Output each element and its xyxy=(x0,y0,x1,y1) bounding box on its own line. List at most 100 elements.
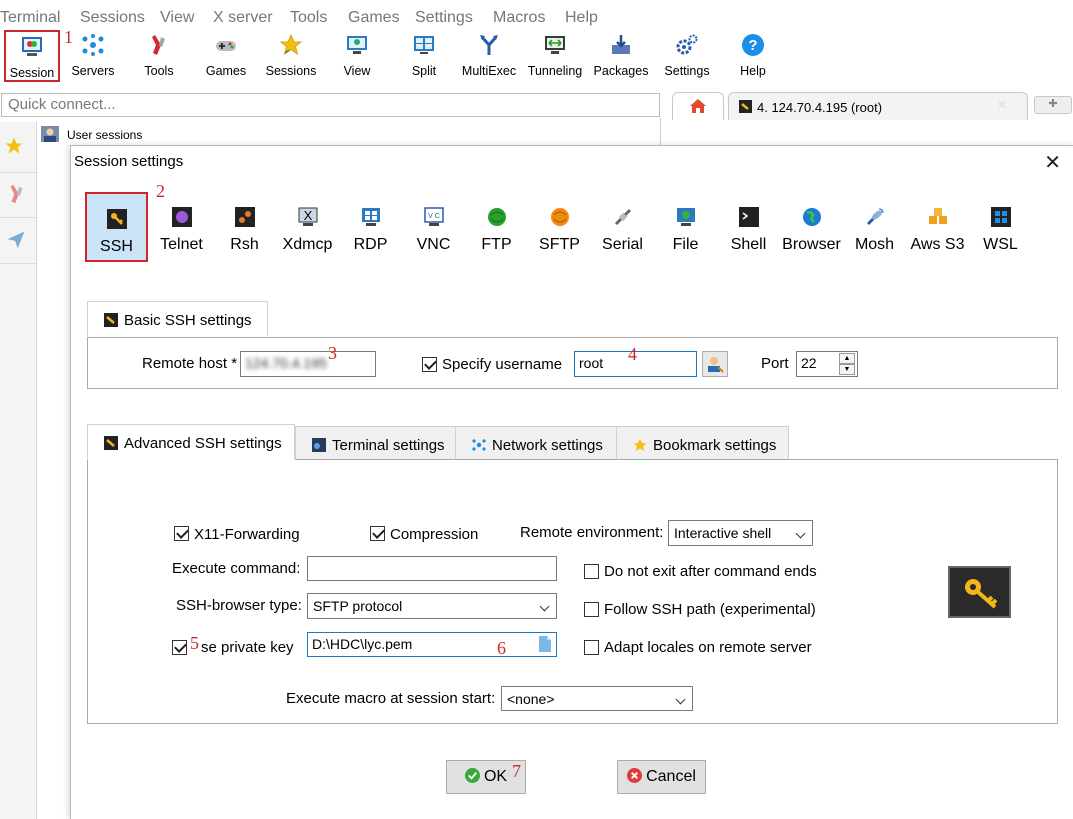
terminal-icon xyxy=(312,438,326,452)
file-browse-icon[interactable] xyxy=(538,635,552,653)
menu-settings[interactable]: Settings xyxy=(415,9,473,27)
sidebar-tools-tab[interactable] xyxy=(0,172,36,218)
annotation-7: 7 xyxy=(512,761,521,781)
session-type-aws-s3[interactable]: Aws S3 xyxy=(906,192,969,262)
menu-games[interactable]: Games xyxy=(348,9,400,27)
ssh-key-icon xyxy=(104,313,118,327)
tools-button[interactable]: Tools xyxy=(127,30,191,82)
tab-label: Terminal settings xyxy=(332,437,445,454)
arrow-up-icon: ▲ xyxy=(843,355,851,362)
session-type-vnc[interactable]: V C VNC xyxy=(402,192,465,262)
user-picker-button[interactable] xyxy=(702,351,728,377)
menu-tools[interactable]: Tools xyxy=(290,9,327,27)
serial-icon xyxy=(614,208,631,226)
star-icon xyxy=(279,33,303,55)
tab-label: Bookmark settings xyxy=(653,437,777,454)
session-type-mosh[interactable]: Mosh xyxy=(843,192,906,262)
session-type-file[interactable]: File xyxy=(654,192,717,262)
multiexec-button[interactable]: MultiExec xyxy=(457,30,521,82)
ssh-key-icon xyxy=(106,209,127,229)
sidebar-macros-tab[interactable] xyxy=(0,218,36,264)
user-icon xyxy=(41,126,59,142)
session-type-ssh[interactable]: SSH xyxy=(85,192,148,262)
session-tab[interactable]: 4. 124.70.4.195 (root) ✕ xyxy=(728,92,1028,120)
star-icon[interactable] xyxy=(4,136,24,156)
key-generator-button[interactable] xyxy=(948,566,1011,618)
session-type-ftp[interactable]: FTP xyxy=(465,192,528,262)
cancel-icon xyxy=(627,768,643,783)
ftp-icon xyxy=(487,208,506,226)
tunneling-icon xyxy=(545,36,565,54)
compression-checkbox[interactable] xyxy=(370,526,385,541)
menu-terminal[interactable]: Terminal xyxy=(0,9,60,27)
tab-terminal-settings[interactable]: Terminal settings xyxy=(295,426,456,460)
session-type-xdmcp[interactable]: X Xdmcp xyxy=(276,192,339,262)
close-icon[interactable]: ✕ xyxy=(1044,150,1061,175)
session-type-browser[interactable]: Browser xyxy=(780,192,843,262)
private-key-value: D:\HDC\lyc.pem xyxy=(312,636,413,652)
session-type-serial[interactable]: Serial xyxy=(591,192,654,262)
menu-view[interactable]: View xyxy=(160,9,194,27)
adapt-locales-checkbox[interactable] xyxy=(584,640,599,655)
annotation-5: 5 xyxy=(190,633,199,653)
ssh-browser-type-select[interactable]: SFTP protocol xyxy=(307,593,557,619)
view-icon xyxy=(347,36,367,54)
close-tab-icon[interactable]: ✕ xyxy=(997,98,1007,112)
follow-ssh-path-checkbox[interactable] xyxy=(584,602,599,617)
private-key-checkbox[interactable] xyxy=(172,640,187,655)
split-icon xyxy=(414,36,434,54)
specify-username-checkbox[interactable] xyxy=(422,357,437,372)
remote-host-input[interactable]: 124.70.4.195 xyxy=(240,351,376,377)
x11-forwarding-checkbox[interactable] xyxy=(174,526,189,541)
session-type-label: SSH xyxy=(100,238,133,255)
tab-network-settings[interactable]: Network settings xyxy=(455,426,617,460)
sessions-button[interactable]: Sessions xyxy=(259,30,323,82)
annotation-1: 1 xyxy=(64,27,73,47)
home-tab[interactable] xyxy=(672,92,724,120)
no-exit-checkbox[interactable] xyxy=(584,564,599,579)
session-type-telnet[interactable]: Telnet xyxy=(150,192,213,262)
execute-macro-label: Execute macro at session start: xyxy=(286,690,496,707)
cancel-button[interactable]: Cancel xyxy=(617,760,706,794)
session-type-sftp[interactable]: SFTP xyxy=(528,192,591,262)
tab-bookmark-settings[interactable]: Bookmark settings xyxy=(616,426,789,460)
execute-command-input[interactable] xyxy=(307,556,557,581)
menu-help[interactable]: Help xyxy=(565,9,598,27)
menu-macros[interactable]: Macros xyxy=(493,9,545,27)
packages-icon xyxy=(612,35,630,54)
private-key-input[interactable]: D:\HDC\lyc.pem xyxy=(307,632,557,657)
home-icon xyxy=(690,99,706,113)
new-tab-button[interactable]: ✚ xyxy=(1034,96,1072,114)
tunneling-button[interactable]: Tunneling xyxy=(523,30,587,82)
session-type-rdp[interactable]: RDP xyxy=(339,192,402,262)
user-icon xyxy=(708,357,724,373)
dialog-title: Session settings xyxy=(74,153,184,170)
execute-macro-select[interactable]: <none> xyxy=(501,686,693,711)
menu-sessions[interactable]: Sessions xyxy=(80,9,145,27)
divider xyxy=(660,118,661,146)
session-settings-dialog: Session settings ✕ SSH Telnet Rsh X Xdmc… xyxy=(70,145,1073,819)
network-icon xyxy=(472,439,486,451)
menu-x-server[interactable]: X server xyxy=(213,9,273,27)
user-sessions-node[interactable]: User sessions xyxy=(38,122,660,146)
port-down-button[interactable]: ▼ xyxy=(839,364,855,375)
quick-connect-input[interactable]: Quick connect... xyxy=(1,93,660,117)
games-icon xyxy=(216,41,236,51)
view-button[interactable]: View xyxy=(325,30,389,82)
tab-advanced-ssh-settings[interactable]: Advanced SSH settings xyxy=(87,424,295,460)
settings-button[interactable]: Settings xyxy=(655,30,719,82)
tab-basic-ssh-settings[interactable]: Basic SSH settings xyxy=(87,301,268,337)
execute-macro-value: <none> xyxy=(507,691,555,707)
help-button[interactable]: ? Help xyxy=(721,30,785,82)
packages-button[interactable]: Packages xyxy=(589,30,653,82)
remote-environment-select[interactable]: Interactive shell xyxy=(668,520,813,546)
file-icon xyxy=(676,208,695,226)
adapt-locales-label: Adapt locales on remote server xyxy=(604,639,812,656)
session-type-shell[interactable]: Shell xyxy=(717,192,780,262)
ok-label: OK xyxy=(483,768,508,785)
port-up-button[interactable]: ▲ xyxy=(839,353,855,364)
port-label: Port xyxy=(761,355,789,372)
port-input[interactable]: 22 ▲ ▼ xyxy=(796,351,858,377)
session-type-wsl[interactable]: WSL xyxy=(969,192,1032,262)
session-type-rsh[interactable]: Rsh xyxy=(213,192,276,262)
